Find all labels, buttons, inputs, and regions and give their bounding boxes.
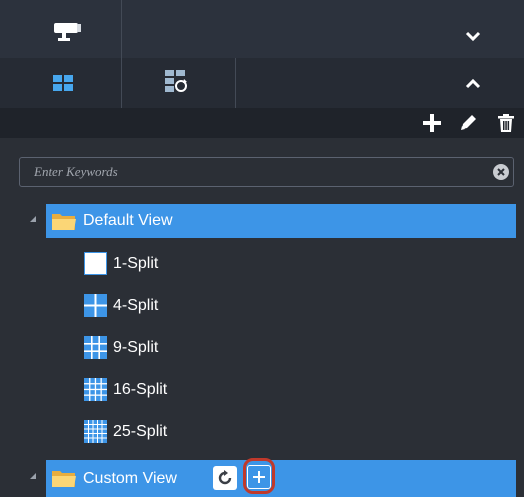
add-custom-view-button[interactable] [247, 465, 271, 489]
tab-divider [121, 58, 122, 108]
split-4-icon [84, 294, 107, 317]
tree-node-custom-view[interactable]: Custom View [46, 458, 516, 497]
tab-divider [121, 0, 122, 58]
tree-node-label: 16-Split [113, 381, 168, 398]
chevron-up-icon [465, 78, 481, 89]
tree-node-1-split[interactable]: 1-Split [80, 247, 280, 281]
plus-icon [423, 114, 441, 132]
plus-icon [253, 471, 265, 483]
refresh-button[interactable] [213, 466, 237, 490]
delete-view-button[interactable] [494, 111, 518, 135]
edit-view-button[interactable] [456, 111, 480, 135]
expand-custom-view-toggle[interactable] [30, 473, 36, 479]
tree-node-label: 25-Split [113, 423, 168, 440]
search-box [19, 157, 514, 187]
split-9-icon [84, 336, 107, 359]
grid-view-icon [53, 75, 73, 91]
split-25-icon [84, 420, 107, 443]
expand-default-view-toggle[interactable] [30, 216, 36, 222]
split-1-icon [84, 252, 107, 275]
view-panel: Default View 1-Split 4-Split 9-Split [0, 0, 526, 497]
split-16-icon [84, 378, 107, 401]
pencil-icon [461, 115, 476, 130]
view-tab-bar [0, 58, 524, 108]
tree-node-label: Default View [83, 212, 173, 229]
tree-node-label: 1-Split [113, 255, 159, 272]
chevron-down-icon [465, 31, 481, 42]
search-input[interactable] [20, 158, 480, 186]
view-play-icon [165, 70, 187, 92]
tree-node-25-split[interactable]: 25-Split [80, 415, 280, 449]
tree-node-9-split[interactable]: 9-Split [80, 331, 280, 365]
camera-icon [54, 23, 81, 41]
tree-node-label: 9-Split [113, 339, 159, 356]
tree-node-4-split[interactable]: 4-Split [80, 289, 280, 323]
collapse-button[interactable] [456, 22, 490, 50]
camera-tab-bar [0, 0, 524, 58]
view-toolbar [0, 108, 524, 138]
folder-icon [52, 471, 76, 487]
tree-node-label: Custom View [83, 469, 177, 487]
add-view-button[interactable] [420, 111, 444, 135]
expand-button[interactable] [456, 70, 490, 98]
trash-icon [498, 114, 514, 132]
folder-icon [52, 214, 76, 230]
tab-divider [235, 58, 236, 108]
clear-search-button[interactable] [493, 164, 509, 180]
refresh-icon [218, 470, 232, 485]
tree-node-label: 4-Split [113, 297, 159, 314]
camera-tab[interactable] [45, 16, 89, 46]
tree-node-16-split[interactable]: 16-Split [80, 373, 280, 407]
close-icon [497, 168, 505, 176]
view-play-tab[interactable] [161, 66, 191, 96]
tree-node-default-view[interactable]: Default View [46, 204, 516, 238]
view-tab[interactable] [48, 70, 78, 96]
